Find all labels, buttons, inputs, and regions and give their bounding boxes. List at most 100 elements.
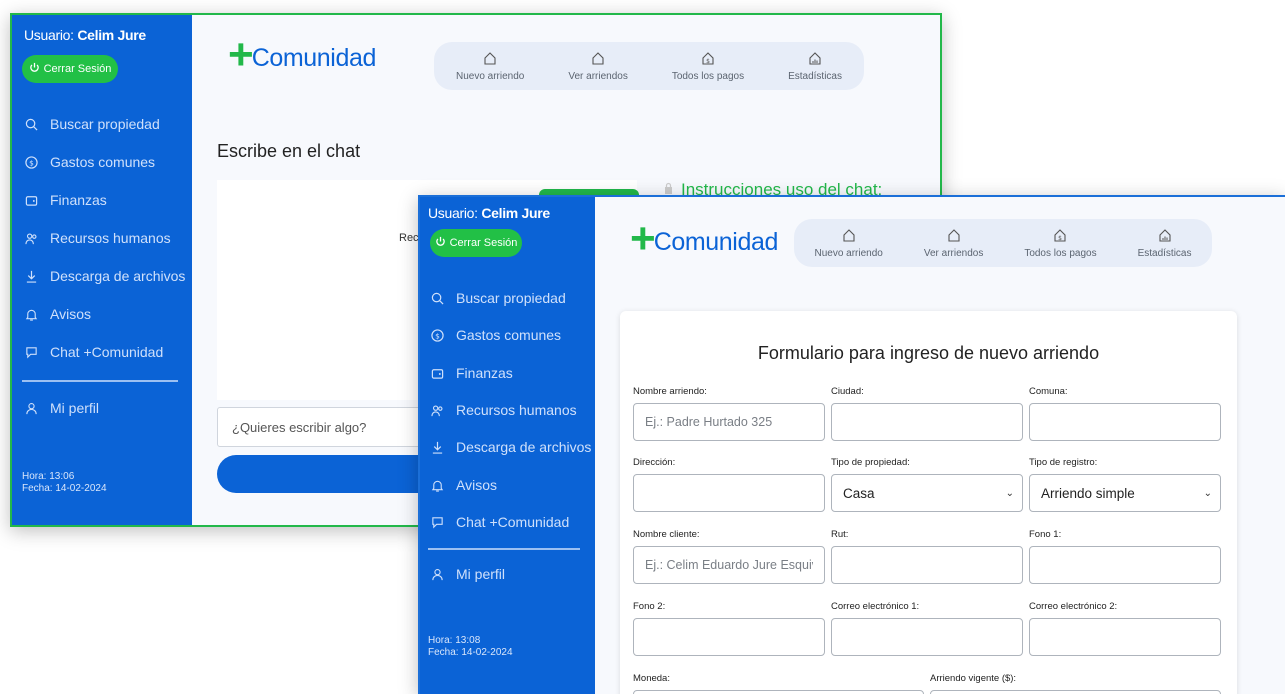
wallet-icon	[24, 193, 38, 207]
nombre-cliente-input[interactable]	[633, 546, 825, 584]
people-icon	[430, 403, 444, 417]
sidebar-item-buscar-propiedad[interactable]: Buscar propiedad	[24, 116, 160, 132]
dollar-circle-icon: $	[24, 155, 38, 169]
download-icon	[24, 269, 38, 283]
sidebar-item-chat[interactable]: Chat +Comunidad	[24, 344, 163, 360]
user-label: Usuario: Celim Jure	[24, 27, 146, 43]
form-title: Formulario para ingreso de nuevo arriend…	[757, 343, 1100, 363]
form-window: Usuario: Celim Jure Cerrar Sesión Buscar…	[418, 195, 1285, 694]
people-icon	[24, 231, 38, 245]
sidebar-divider	[428, 548, 580, 550]
tab-todos-pagos[interactable]: $ Todos los pagos	[1024, 228, 1097, 259]
search-icon	[430, 291, 444, 305]
home-icon	[842, 228, 856, 245]
search-icon	[24, 117, 38, 131]
user-name: Celim Jure	[481, 205, 550, 221]
send-button[interactable]	[217, 455, 432, 493]
top-nav: Nuevo arriendo Ver arriendos $ Todos los…	[794, 219, 1212, 267]
sidebar-item-descarga-archivos[interactable]: Descarga de archivos	[24, 268, 185, 284]
tipo-propiedad-select[interactable]: Casa ⌄	[831, 474, 1023, 512]
user-name: Celim Jure	[77, 27, 146, 43]
date-text: Fecha: 14-02-2024	[22, 483, 107, 494]
tipo-registro-select[interactable]: Arriendo simple ⌄	[1029, 474, 1221, 512]
label-nombre-arriendo: Nombre arriendo:	[633, 386, 707, 397]
power-icon	[435, 236, 446, 250]
sidebar-item-chat[interactable]: Chat +Comunidad	[430, 514, 569, 530]
correo1-input[interactable]	[831, 618, 1023, 656]
nombre-arriendo-input[interactable]	[633, 403, 825, 441]
comuna-input[interactable]	[1029, 403, 1221, 441]
moneda-input[interactable]	[633, 690, 924, 694]
home-icon	[947, 228, 961, 245]
label-comuna: Comuna:	[1029, 386, 1068, 397]
label-ciudad: Ciudad:	[831, 386, 864, 397]
home-chart-icon	[1158, 228, 1172, 245]
label-direccion: Dirección:	[633, 457, 676, 468]
arriendo-vigente-input[interactable]	[930, 690, 1221, 694]
sidebar-item-mi-perfil[interactable]: Mi perfil	[24, 400, 99, 416]
label-tipo-propiedad: Tipo de propiedad:	[831, 457, 910, 468]
label-fono2: Fono 2:	[633, 601, 666, 612]
dollar-circle-icon: $	[430, 328, 444, 342]
svg-text:$: $	[29, 158, 34, 167]
sidebar-item-descarga-archivos[interactable]: Descarga de archivos	[430, 439, 591, 455]
power-icon	[29, 62, 40, 76]
home-icon	[483, 51, 497, 68]
sidebar: Usuario: Celim Jure Cerrar Sesión Buscar…	[420, 197, 595, 694]
direccion-input[interactable]	[633, 474, 825, 512]
sidebar-item-avisos[interactable]: Avisos	[430, 477, 497, 493]
label-rut: Rut:	[831, 529, 849, 540]
svg-text:$: $	[435, 331, 440, 340]
svg-text:$: $	[706, 58, 710, 65]
user-icon	[24, 401, 38, 415]
clock: Hora: 13:08 Fecha: 14-02-2024	[428, 635, 513, 659]
rut-input[interactable]	[831, 546, 1023, 584]
sidebar-item-buscar-propiedad[interactable]: Buscar propiedad	[430, 290, 566, 306]
ciudad-input[interactable]	[831, 403, 1023, 441]
alarm-icon	[24, 307, 38, 321]
wallet-icon	[430, 366, 444, 380]
sidebar-item-gastos-comunes[interactable]: $ Gastos comunes	[430, 327, 561, 343]
tab-estadisticas[interactable]: Estadísticas	[788, 51, 842, 82]
fono2-input[interactable]	[633, 618, 825, 656]
logout-button[interactable]: Cerrar Sesión	[22, 55, 118, 83]
tab-ver-arriendos[interactable]: Ver arriendos	[924, 228, 983, 259]
alarm-icon	[430, 478, 444, 492]
home-dollar-icon: $	[1053, 228, 1067, 245]
user-icon	[430, 567, 444, 581]
chat-input[interactable]	[217, 407, 432, 447]
clock: Hora: 13:06 Fecha: 14-02-2024	[22, 471, 107, 495]
logout-button[interactable]: Cerrar Sesión	[430, 229, 522, 257]
chat-icon	[24, 345, 38, 359]
label-tipo-registro: Tipo de registro:	[1029, 457, 1098, 468]
sidebar-item-avisos[interactable]: Avisos	[24, 306, 91, 322]
label-moneda: Moneda:	[633, 673, 670, 684]
home-dollar-icon: $	[701, 51, 715, 68]
label-correo1: Correo electrónico 1:	[831, 601, 920, 612]
date-text: Fecha: 14-02-2024	[428, 647, 513, 658]
correo2-input[interactable]	[1029, 618, 1221, 656]
label-nombre-cliente: Nombre cliente:	[633, 529, 700, 540]
sidebar-item-recursos-humanos[interactable]: Recursos humanos	[24, 230, 171, 246]
user-label: Usuario: Celim Jure	[428, 205, 550, 221]
sidebar-item-mi-perfil[interactable]: Mi perfil	[430, 566, 505, 582]
time-text: Hora: 13:06	[22, 471, 75, 482]
chevron-down-icon: ⌄	[1005, 487, 1014, 499]
sidebar-item-finanzas[interactable]: Finanzas	[24, 192, 107, 208]
sidebar-item-finanzas[interactable]: Finanzas	[430, 365, 513, 381]
sidebar: Usuario: Celim Jure Cerrar Sesión Buscar…	[12, 15, 192, 525]
tab-estadisticas[interactable]: Estadísticas	[1138, 228, 1192, 259]
label-arriendo-vigente: Arriendo vigente ($):	[930, 673, 1017, 684]
home-chart-icon	[808, 51, 822, 68]
tab-todos-pagos[interactable]: $ Todos los pagos	[672, 51, 744, 82]
logo: + Comunidad	[630, 214, 778, 263]
sidebar-item-recursos-humanos[interactable]: Recursos humanos	[430, 402, 577, 418]
tab-nuevo-arriendo[interactable]: Nuevo arriendo	[456, 51, 524, 82]
download-icon	[430, 440, 444, 454]
tab-nuevo-arriendo[interactable]: Nuevo arriendo	[814, 228, 883, 259]
tab-ver-arriendos[interactable]: Ver arriendos	[568, 51, 628, 82]
svg-text:$: $	[1059, 235, 1063, 242]
sidebar-item-gastos-comunes[interactable]: $ Gastos comunes	[24, 154, 155, 170]
label-correo2: Correo electrónico 2:	[1029, 601, 1118, 612]
fono1-input[interactable]	[1029, 546, 1221, 584]
